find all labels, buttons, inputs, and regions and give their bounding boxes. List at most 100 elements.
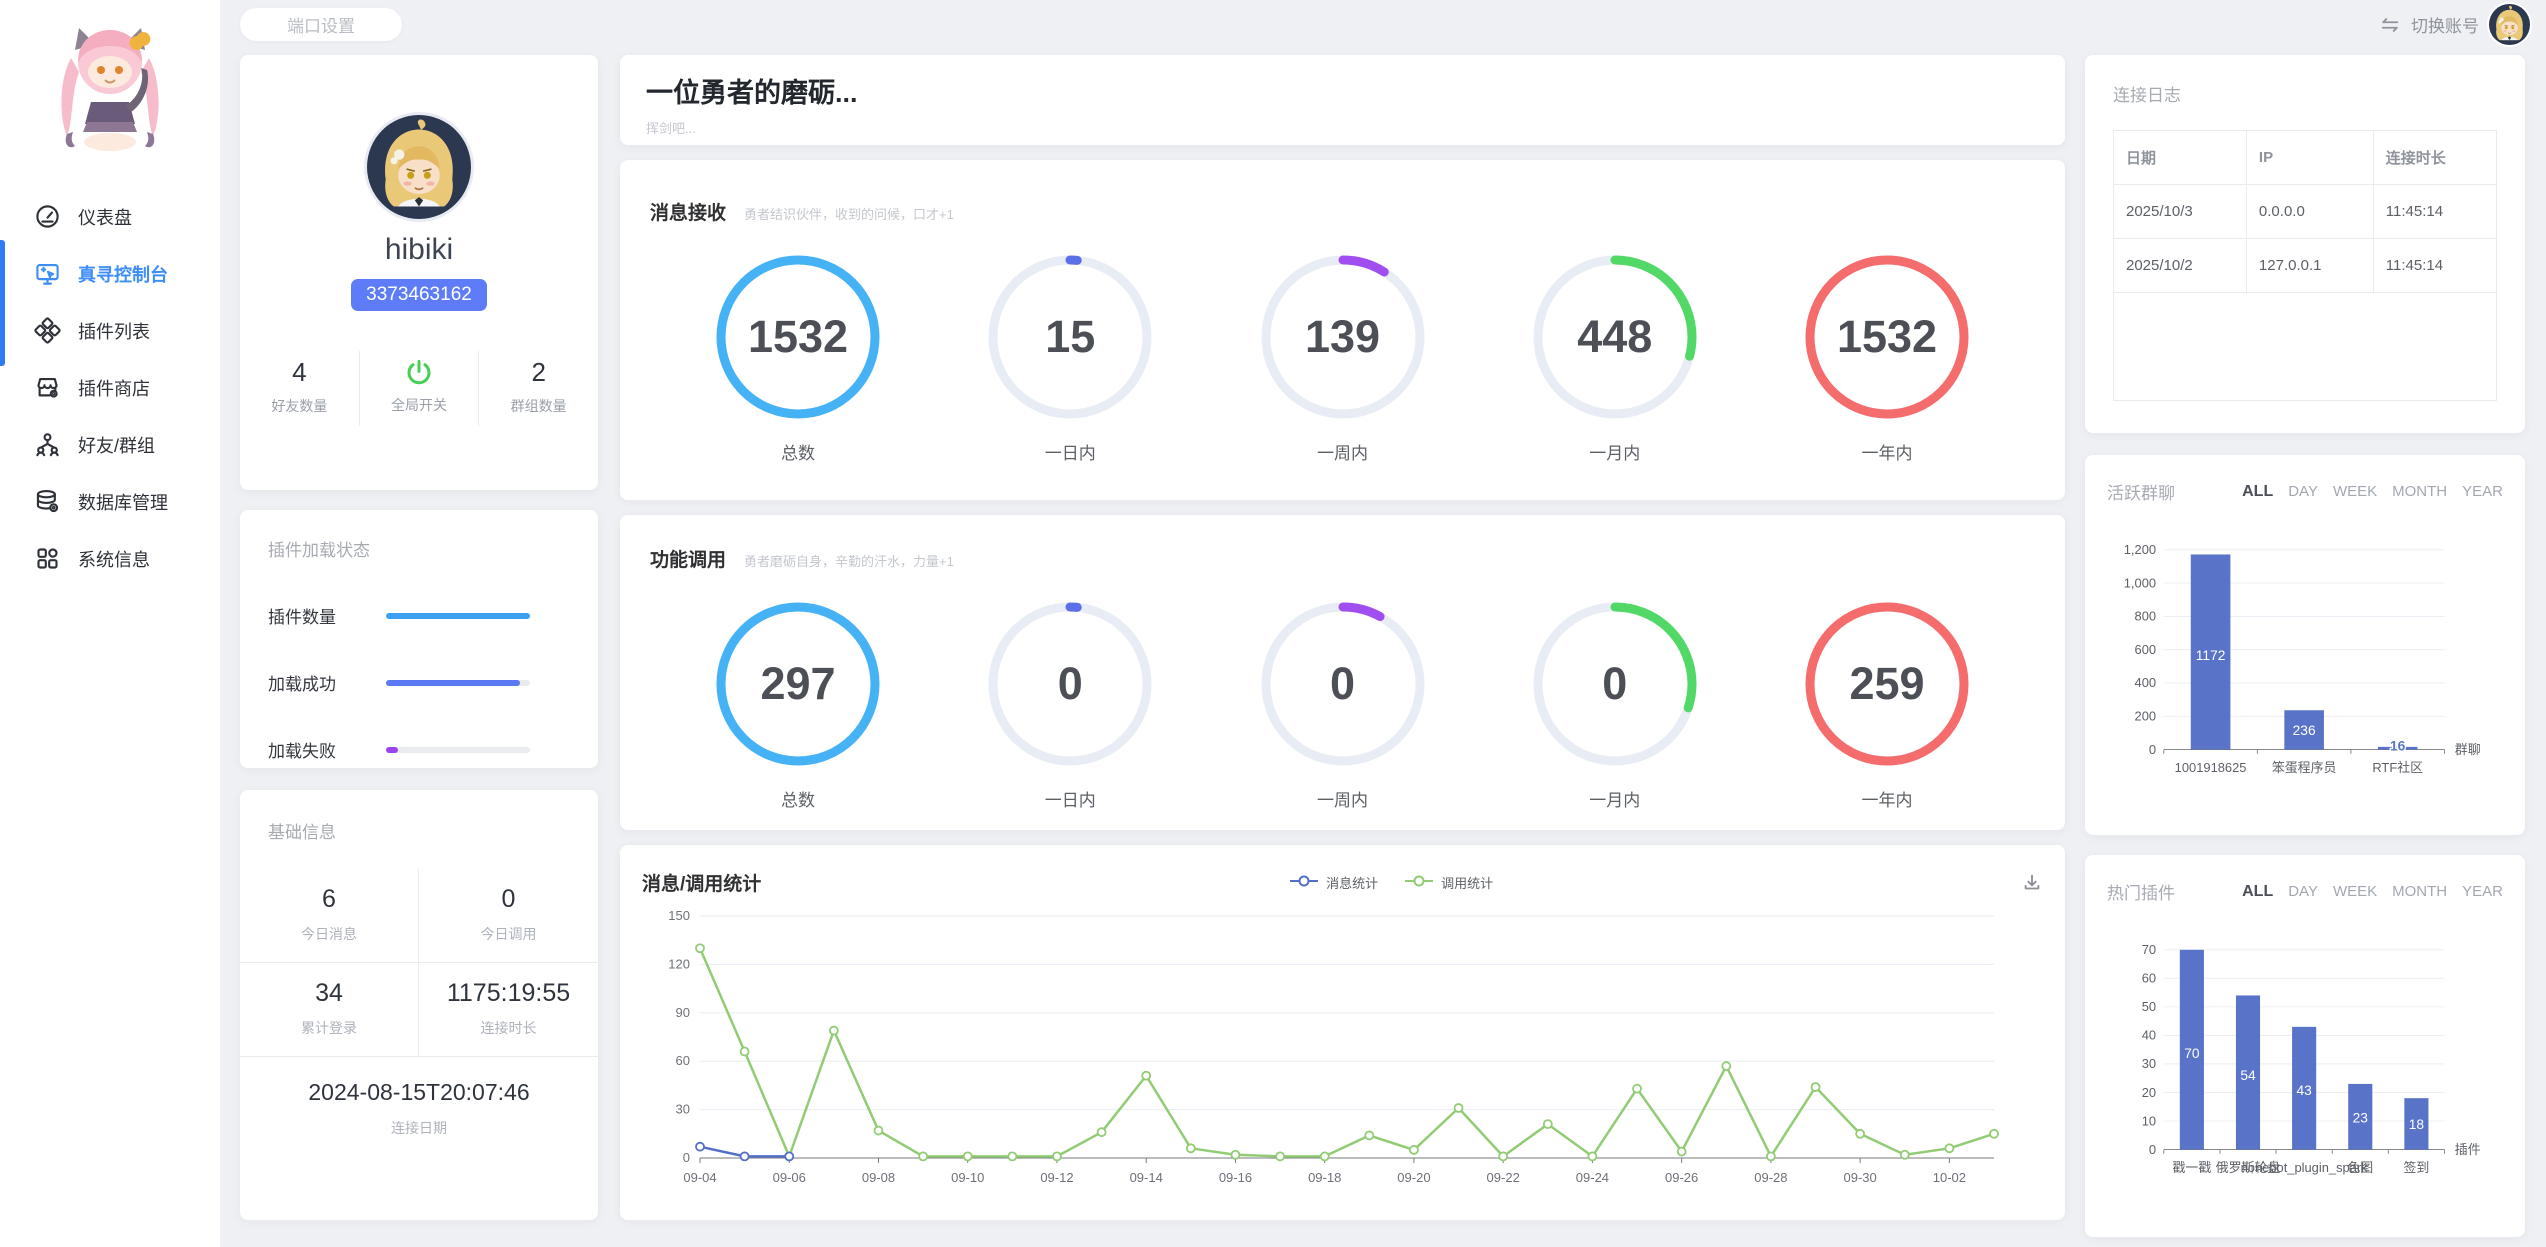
port-settings-button[interactable]: 端口设置 bbox=[240, 8, 402, 41]
topbar-avatar[interactable] bbox=[2489, 4, 2530, 45]
cell-label: 连接时长 bbox=[419, 1018, 598, 1038]
legend-item-消息统计[interactable]: 消息统计 bbox=[1289, 873, 1378, 892]
friends-icon bbox=[34, 431, 61, 458]
gauge-一年内: 1532一年内 bbox=[1801, 251, 1973, 464]
gauge-一月内: 448一月内 bbox=[1529, 251, 1701, 464]
svg-text:0: 0 bbox=[2149, 742, 2156, 757]
tab-day[interactable]: DAY bbox=[2288, 483, 2318, 501]
sidebar-item-store[interactable]: 插件商店 bbox=[0, 359, 220, 416]
sidebar-item-plugins[interactable]: 插件列表 bbox=[0, 302, 220, 359]
legend-label: 消息统计 bbox=[1326, 873, 1378, 892]
tab-month[interactable]: MONTH bbox=[2392, 483, 2447, 501]
cell-value: 0 bbox=[419, 885, 598, 914]
gauge-label: 一月内 bbox=[1529, 786, 1701, 811]
svg-text:70: 70 bbox=[2142, 942, 2156, 957]
message-gauges: 1532总数15一日内139一周内448一月内1532一年内 bbox=[650, 251, 2035, 464]
progress-fill bbox=[386, 680, 520, 686]
sidebar-item-console[interactable]: 真寻控制台 bbox=[0, 245, 220, 302]
message-section-note: 勇者结识伙伴，收到的问候，口才+1 bbox=[744, 204, 954, 223]
basic-info-card: 基础信息 6今日消息0今日调用34累计登录1175:19:55连接时长 2024… bbox=[240, 790, 598, 1220]
svg-text:23: 23 bbox=[2353, 1110, 2369, 1125]
gauge-value: 1532 bbox=[1801, 251, 1973, 423]
stat-value: 2 bbox=[479, 357, 598, 388]
connect-date-label: 连接日期 bbox=[240, 1118, 598, 1138]
svg-text:1001918625: 1001918625 bbox=[2175, 760, 2247, 775]
tab-day[interactable]: DAY bbox=[2288, 883, 2318, 901]
active-groups-card: 活跃群聊 ALLDAYWEEKMONTHYEAR 02004006008001,… bbox=[2085, 455, 2525, 835]
svg-text:800: 800 bbox=[2135, 609, 2157, 624]
system-icon bbox=[34, 545, 61, 572]
call-gauges: 297总数0一日内0一周内0一月内259一年内 bbox=[650, 598, 2035, 811]
svg-text:400: 400 bbox=[2135, 675, 2157, 690]
legend-label: 调用统计 bbox=[1441, 873, 1493, 892]
gauge-label: 一日内 bbox=[984, 439, 1156, 464]
gauge-总数: 1532总数 bbox=[712, 251, 884, 464]
legend-marker-icon bbox=[1289, 874, 1319, 891]
gauge-ring: 0 bbox=[984, 598, 1156, 770]
gauge-一日内: 15一日内 bbox=[984, 251, 1156, 464]
svg-text:120: 120 bbox=[668, 956, 690, 971]
sidebar-item-friends[interactable]: 好友/群组 bbox=[0, 416, 220, 473]
progress-track bbox=[386, 613, 530, 619]
switch-account-button[interactable]: 切换账号 bbox=[2379, 4, 2530, 45]
legend-marker-icon bbox=[1404, 874, 1434, 891]
basic-info-cell: 6今日消息 bbox=[240, 869, 419, 963]
tab-year[interactable]: YEAR bbox=[2462, 883, 2503, 901]
svg-text:70: 70 bbox=[2184, 1046, 2200, 1061]
stat-value: 4 bbox=[240, 357, 359, 388]
console-icon bbox=[34, 260, 61, 287]
active-groups-chart: 02004006008001,0001,20011721001918625236… bbox=[2107, 510, 2503, 810]
gauge-ring: 0 bbox=[1529, 598, 1701, 770]
table-cell: 127.0.0.1 bbox=[2246, 239, 2373, 293]
tab-month[interactable]: MONTH bbox=[2392, 883, 2447, 901]
hot-plugins-card: 热门插件 ALLDAYWEEKMONTHYEAR 010203040506070… bbox=[2085, 855, 2525, 1237]
stat-label: 好友数量 bbox=[240, 396, 359, 416]
tab-week[interactable]: WEEK bbox=[2333, 883, 2377, 901]
power-icon[interactable] bbox=[404, 357, 434, 387]
svg-text:10-02: 10-02 bbox=[1933, 1170, 1966, 1185]
tab-all[interactable]: ALL bbox=[2242, 883, 2273, 901]
gauge-value: 0 bbox=[984, 598, 1156, 770]
tab-week[interactable]: WEEK bbox=[2333, 483, 2377, 501]
log-col-header: 日期 bbox=[2114, 131, 2247, 185]
gauge-一月内: 0 一月内 bbox=[1529, 598, 1701, 811]
svg-text:插件: 插件 bbox=[2455, 1142, 2481, 1157]
connection-log-table: 日期IP连接时长 2025/10/30.0.0.011:45:142025/10… bbox=[2113, 130, 2497, 401]
tab-year[interactable]: YEAR bbox=[2462, 483, 2503, 501]
svg-text:30: 30 bbox=[2142, 1056, 2156, 1071]
gauge-value: 0 bbox=[1257, 598, 1429, 770]
svg-text:54: 54 bbox=[2240, 1068, 2256, 1083]
sidebar-item-database[interactable]: 数据库管理 bbox=[0, 473, 220, 530]
svg-text:群聊: 群聊 bbox=[2455, 742, 2481, 757]
gauge-总数: 297总数 bbox=[712, 598, 884, 811]
avatar bbox=[367, 115, 471, 219]
svg-text:09-22: 09-22 bbox=[1487, 1170, 1520, 1185]
gauge-ring: 1532 bbox=[1801, 251, 1973, 423]
svg-text:0: 0 bbox=[2149, 1142, 2156, 1157]
gauge-一年内: 259一年内 bbox=[1801, 598, 1973, 811]
basic-info-title: 基础信息 bbox=[240, 818, 598, 843]
gauge-ring: 1532 bbox=[712, 251, 884, 423]
table-cell: 0.0.0.0 bbox=[2246, 185, 2373, 239]
sidebar-item-label: 真寻控制台 bbox=[78, 261, 168, 287]
gauge-value: 1532 bbox=[712, 251, 884, 423]
switch-account-label: 切换账号 bbox=[2411, 12, 2479, 37]
legend-item-调用统计[interactable]: 调用统计 bbox=[1404, 873, 1493, 892]
svg-text:150: 150 bbox=[668, 908, 690, 923]
basic-info-cell: 0今日调用 bbox=[419, 869, 598, 963]
call-section-note: 勇者磨砺自身，辛勤的汗水，力量+1 bbox=[744, 551, 954, 570]
gauge-ring: 0 bbox=[1257, 598, 1429, 770]
sidebar-item-system[interactable]: 系统信息 bbox=[0, 530, 220, 587]
profile-stat-好友数量: 4 好友数量 bbox=[240, 351, 359, 426]
function-call-card: 功能调用 勇者磨砺自身，辛勤的汗水，力量+1 297总数0一日内0一周内0一月内… bbox=[620, 515, 2065, 830]
plugin-status-card: 插件加载状态 插件数量加载成功加载失败 bbox=[240, 510, 598, 768]
gauge-ring: 297 bbox=[712, 598, 884, 770]
gauge-value: 0 bbox=[1529, 598, 1701, 770]
svg-text:20: 20 bbox=[2142, 1085, 2156, 1100]
table-row: 2025/10/30.0.0.011:45:14 bbox=[2114, 185, 2497, 239]
cell-value: 1175:19:55 bbox=[419, 979, 598, 1008]
log-col-header: 连接时长 bbox=[2373, 131, 2496, 185]
tab-all[interactable]: ALL bbox=[2242, 483, 2273, 501]
download-icon[interactable] bbox=[2021, 872, 2043, 894]
sidebar-item-gauge[interactable]: 仪表盘 bbox=[0, 188, 220, 245]
